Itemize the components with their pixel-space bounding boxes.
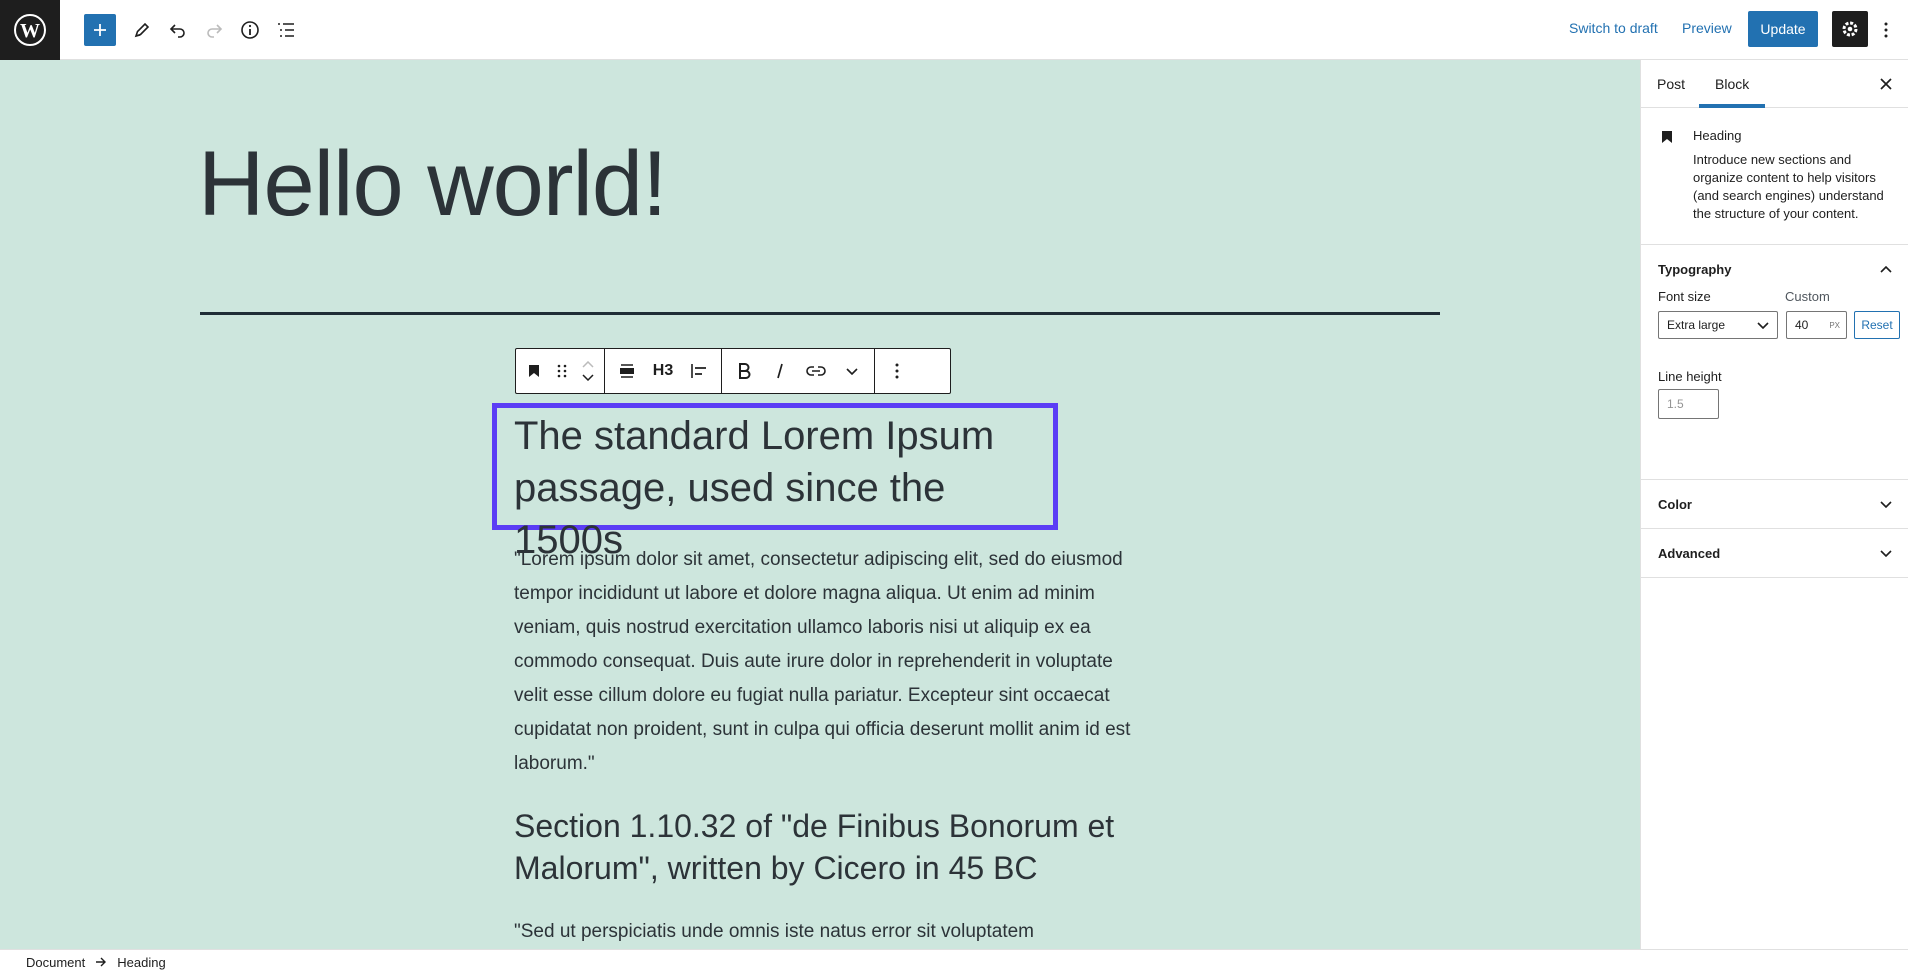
tools-button[interactable] <box>124 12 160 48</box>
line-height-label: Line height <box>1658 369 1722 384</box>
bookmark-icon <box>529 365 539 377</box>
tab-post[interactable]: Post <box>1641 60 1701 108</box>
post-title[interactable]: Hello world! <box>198 132 668 237</box>
block-card: Heading Introduce new sections and organ… <box>1641 108 1908 245</box>
redo-button[interactable] <box>196 12 232 48</box>
sidebar-tabs: Post Block <box>1641 60 1908 108</box>
custom-font-size-input[interactable]: 40 PX <box>1786 311 1847 339</box>
block-options-group <box>875 349 919 393</box>
custom-label: Custom <box>1785 289 1830 304</box>
chevron-down-icon <box>846 367 858 375</box>
advanced-panel: Advanced <box>1641 529 1908 578</box>
block-breadcrumb: Document Heading <box>0 949 1908 974</box>
options-menu-button[interactable] <box>1874 12 1898 48</box>
color-panel-title: Color <box>1658 496 1692 512</box>
custom-font-size-value: 40 <box>1795 318 1809 332</box>
chevron-down-icon[interactable] <box>582 374 594 381</box>
italic-button[interactable] <box>762 349 798 393</box>
advanced-panel-title: Advanced <box>1658 545 1721 561</box>
more-formats-button[interactable] <box>834 349 870 393</box>
chevron-down-icon <box>1880 500 1892 508</box>
bookmark-icon <box>1662 131 1672 143</box>
line-height-input[interactable]: 1.5 <box>1658 389 1719 419</box>
color-panel-toggle[interactable]: Color <box>1641 480 1908 528</box>
redo-icon <box>207 24 223 38</box>
settings-sidebar: Post Block Heading Introduce new section… <box>1640 60 1908 949</box>
heading-block[interactable]: Section 1.10.32 of "de Finibus Bonorum e… <box>514 805 1134 889</box>
tab-block[interactable]: Block <box>1699 60 1766 108</box>
block-movers <box>576 349 600 393</box>
preview-button[interactable]: Preview <box>1682 20 1732 36</box>
update-button[interactable]: Update <box>1748 11 1818 47</box>
font-size-select[interactable]: Extra large <box>1658 311 1778 339</box>
editor-canvas[interactable]: Hello world! H3 The standard Lorem Ipsum… <box>0 60 1640 949</box>
more-vertical-icon <box>1884 22 1888 38</box>
custom-font-size-unit: PX <box>1829 320 1840 330</box>
typography-panel-body: Font size Custom Extra large 40 PX Reset… <box>1641 289 1908 479</box>
details-button[interactable] <box>232 12 268 48</box>
link-button[interactable] <box>798 349 834 393</box>
block-options-button[interactable] <box>879 349 915 393</box>
block-card-title: Heading <box>1693 128 1742 143</box>
reset-font-size-button[interactable]: Reset <box>1854 311 1900 339</box>
block-toolbar: H3 <box>515 348 951 394</box>
align-wide-button[interactable] <box>609 349 645 393</box>
editor-topbar: W Switch to draft Preview Update <box>0 0 1908 60</box>
typography-panel-toggle[interactable]: Typography <box>1641 245 1908 293</box>
paragraph-block[interactable]: "Sed ut perspiciatis unde omnis iste nat… <box>514 915 1134 949</box>
block-card-description: Introduce new sections and organize cont… <box>1693 152 1884 221</box>
chevron-down-icon <box>1757 321 1769 329</box>
undo-button[interactable] <box>160 12 196 48</box>
bold-button[interactable] <box>726 349 762 393</box>
add-block-button[interactable] <box>84 14 116 46</box>
drag-handle-icon <box>557 364 567 378</box>
color-panel: Color <box>1641 480 1908 529</box>
block-type-button[interactable] <box>520 349 548 393</box>
pencil-icon <box>134 22 150 38</box>
font-size-select-value: Extra large <box>1667 318 1726 332</box>
close-icon <box>1880 78 1892 90</box>
block-format-group: H3 <box>605 349 722 393</box>
typography-panel: Typography Font size Custom Extra large … <box>1641 245 1908 480</box>
link-icon <box>806 366 826 376</box>
text-format-group <box>722 349 875 393</box>
gear-icon <box>1842 21 1858 37</box>
wordpress-logo-button[interactable]: W <box>0 0 60 60</box>
font-size-label: Font size <box>1658 289 1711 304</box>
switch-to-draft-button[interactable]: Switch to draft <box>1569 20 1658 36</box>
more-vertical-icon <box>895 363 899 379</box>
breadcrumb-heading: Heading <box>117 954 166 970</box>
align-left-icon <box>691 364 706 378</box>
heading-level-button[interactable]: H3 <box>645 349 681 393</box>
info-icon <box>241 21 259 39</box>
bold-icon <box>739 363 751 379</box>
italic-icon <box>777 363 783 379</box>
plus-icon <box>94 24 106 36</box>
advanced-panel-toggle[interactable]: Advanced <box>1641 529 1908 577</box>
chevron-up-icon[interactable] <box>582 361 594 368</box>
align-text-button[interactable] <box>681 349 717 393</box>
chevron-up-icon <box>1880 265 1892 273</box>
undo-icon <box>169 24 185 38</box>
list-view-button[interactable] <box>268 12 304 48</box>
drag-handle-button[interactable] <box>548 349 576 393</box>
close-sidebar-button[interactable] <box>1868 66 1904 102</box>
paragraph-block[interactable]: "Lorem ipsum dolor sit amet, consectetur… <box>514 543 1134 781</box>
list-view-icon <box>278 23 294 37</box>
wordpress-logo-icon: W <box>14 14 46 46</box>
chevron-down-icon <box>1880 549 1892 557</box>
arrow-right-icon <box>96 957 107 967</box>
breadcrumb-document[interactable]: Document <box>26 955 85 970</box>
settings-button[interactable] <box>1832 11 1868 47</box>
align-wide-icon <box>620 364 634 378</box>
block-switcher-group <box>516 349 605 393</box>
typography-title: Typography <box>1658 261 1732 277</box>
separator-block[interactable] <box>200 312 1440 315</box>
svg-text:W: W <box>20 20 40 42</box>
